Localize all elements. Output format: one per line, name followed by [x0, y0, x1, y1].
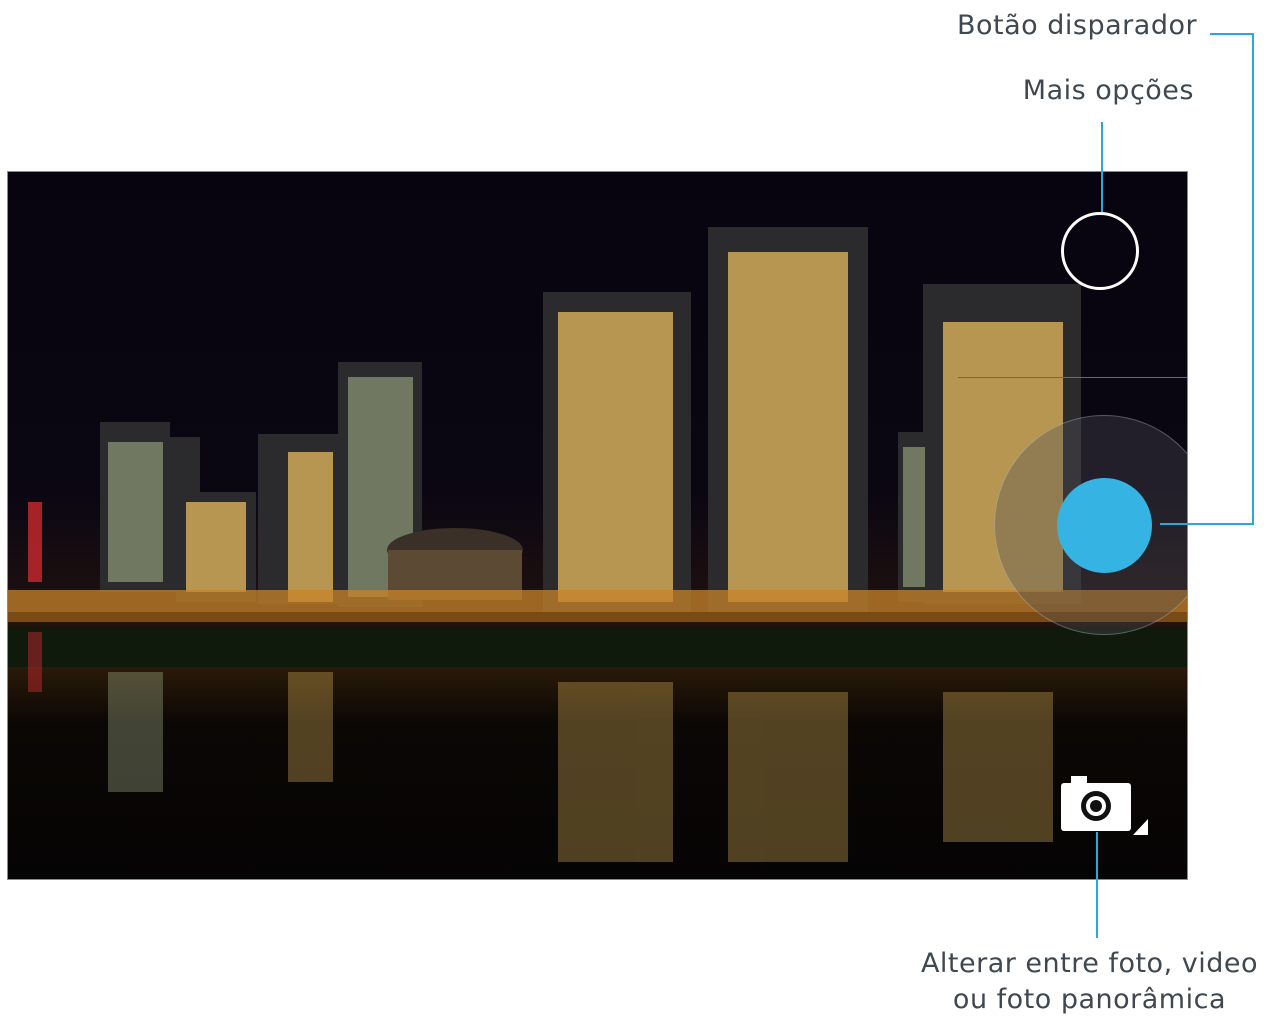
more-options-leader	[1101, 122, 1103, 212]
more-options-button[interactable]	[1061, 212, 1139, 290]
switch-mode-callout: Alterar entre foto, video ou foto panorâ…	[921, 946, 1258, 1018]
camera-icon[interactable]	[1059, 773, 1151, 837]
shutter-button-callout: Botão disparador	[957, 10, 1198, 41]
shutter-leader-top	[1210, 33, 1254, 35]
shutter-button[interactable]	[1057, 478, 1152, 573]
switch-mode-callout-line-2: ou foto panorâmica	[952, 984, 1227, 1015]
switch-mode-leader	[1096, 832, 1098, 938]
shutter-leader-vertical	[1252, 33, 1254, 525]
more-options-callout: Mais opções	[1022, 75, 1194, 106]
switch-mode-callout-line-1: Alterar entre foto, video	[920, 948, 1258, 979]
camera-viewfinder	[7, 171, 1188, 880]
shutter-leader-bottom	[1160, 523, 1254, 525]
